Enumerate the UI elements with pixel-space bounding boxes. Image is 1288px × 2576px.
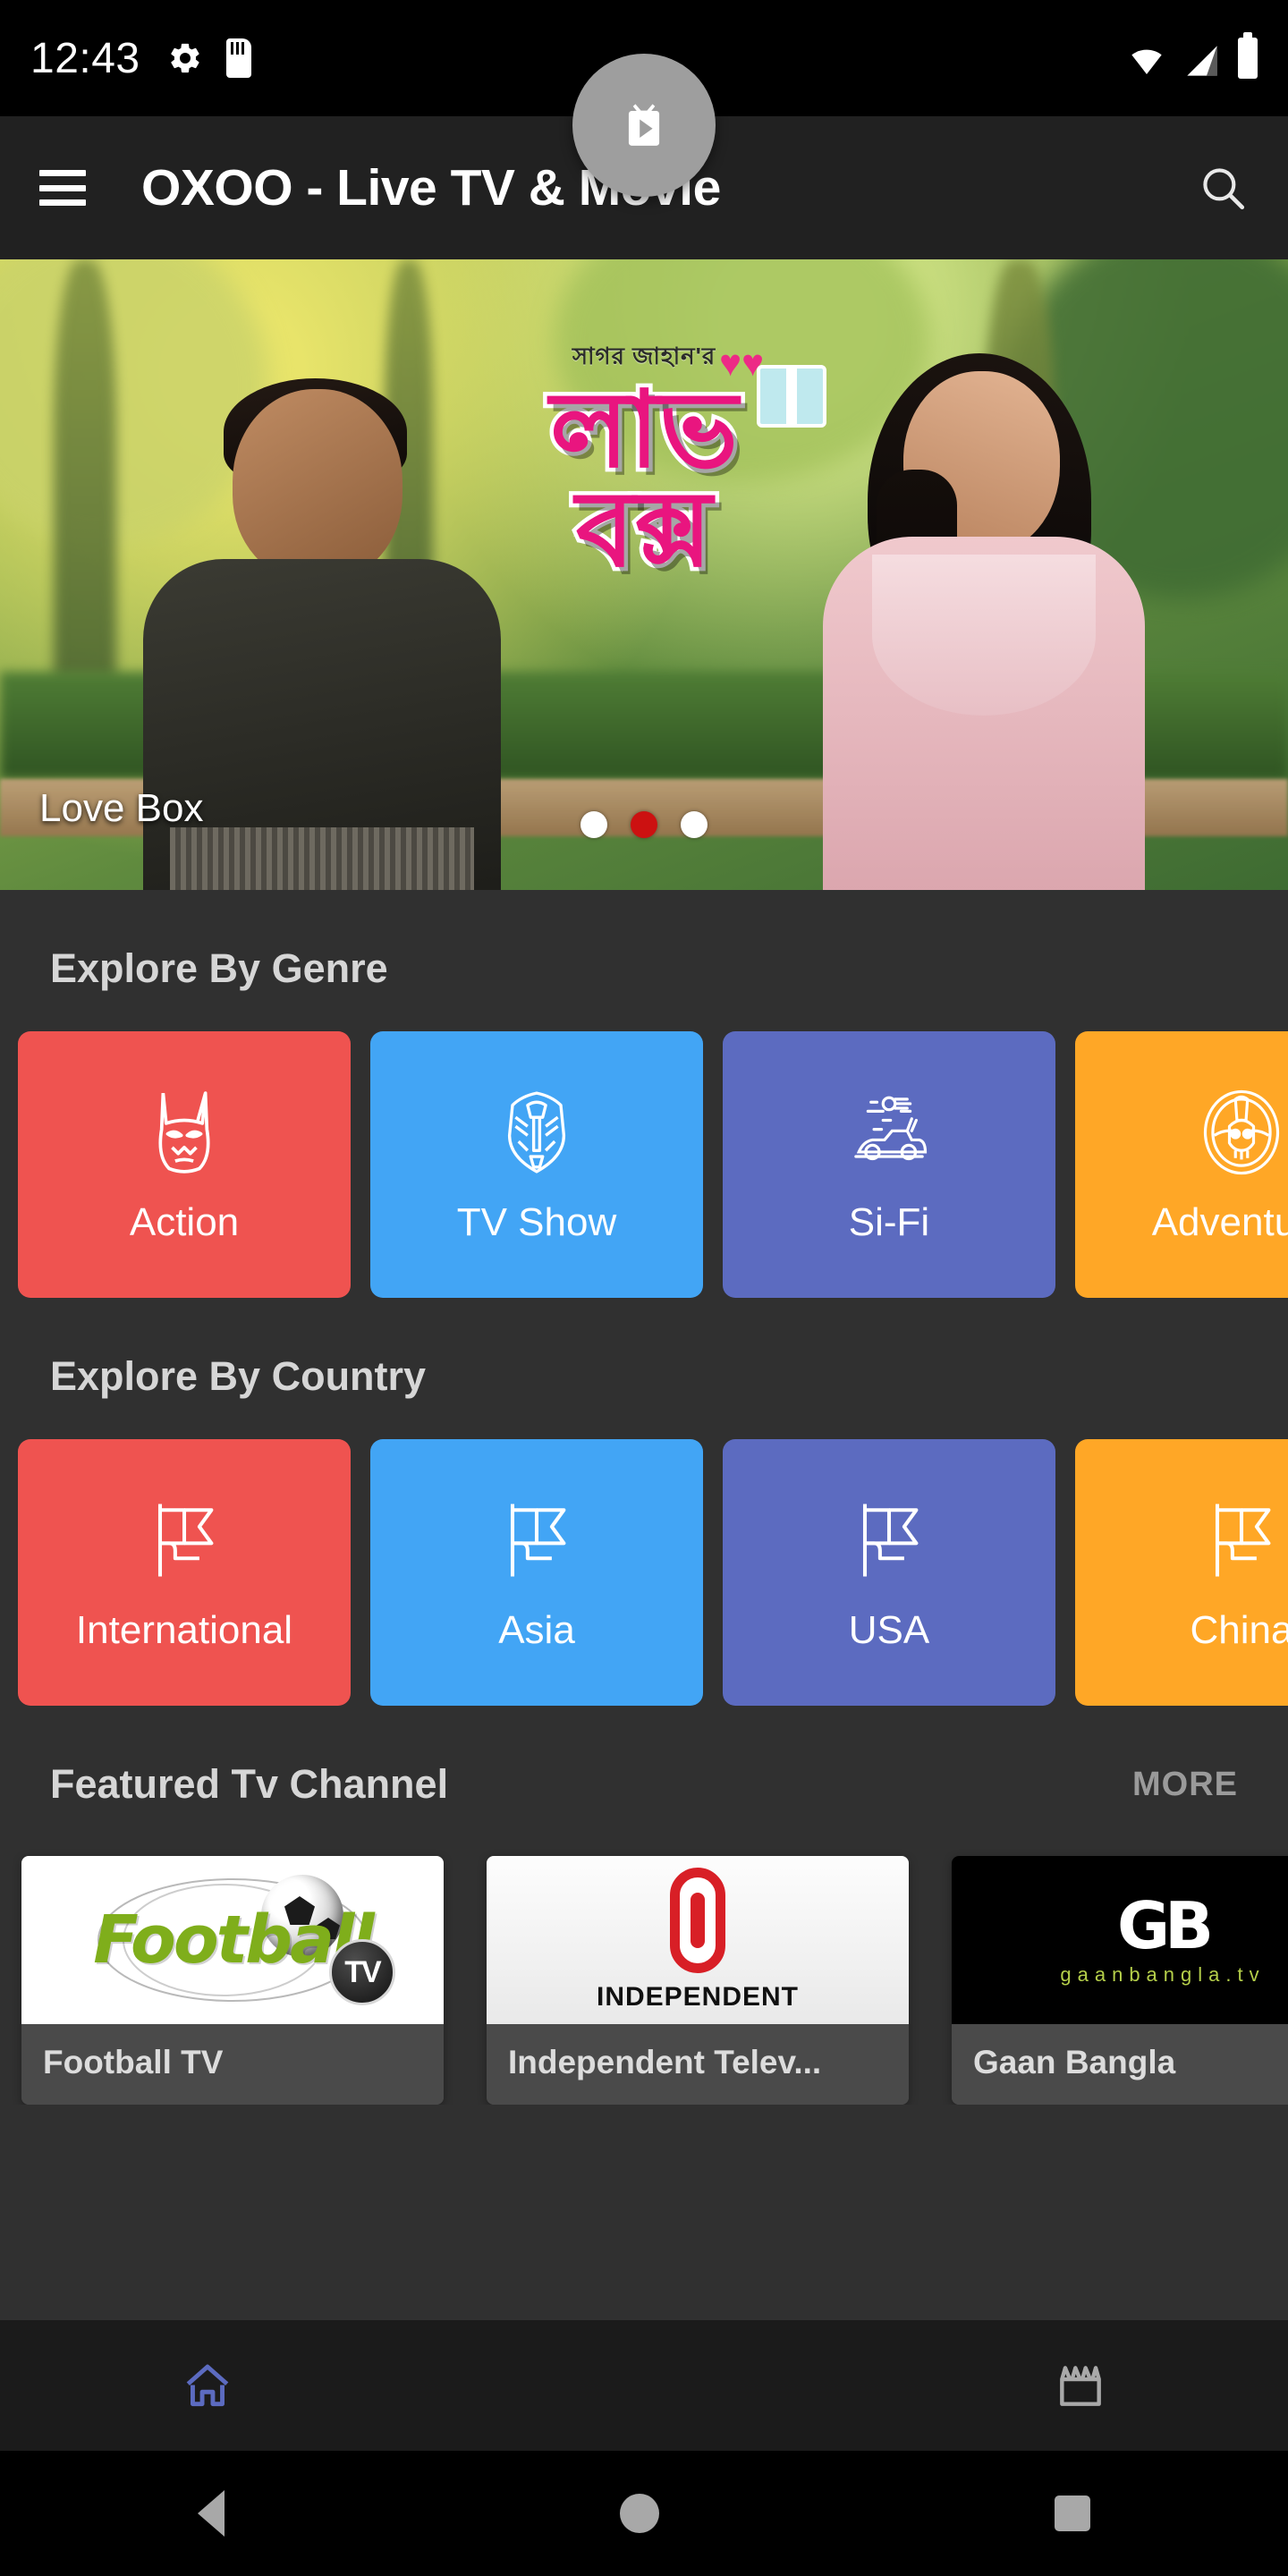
- channel-logo-text: GB: [1117, 1888, 1214, 1963]
- country-card-label: International: [75, 1608, 293, 1652]
- flag-icon: [862, 1504, 919, 1577]
- nav-item-home[interactable]: [0, 2358, 416, 2413]
- channel-logo: Football TV: [21, 1856, 444, 2024]
- country-card-usa[interactable]: USA: [723, 1439, 1055, 1706]
- channel-card-football-tv[interactable]: Football TV Football TV: [21, 1856, 444, 2105]
- tv-badge-icon: TV: [329, 1939, 395, 2005]
- genre-card-label: Adventure: [1151, 1200, 1288, 1244]
- country-card-label: Asia: [498, 1608, 575, 1652]
- flag-icon: [1215, 1504, 1271, 1577]
- channel-name: Football TV: [21, 2024, 444, 2105]
- back-triangle-icon[interactable]: [198, 2490, 225, 2537]
- status-bar-clock: 12:43: [30, 34, 140, 82]
- wifi-icon: [1131, 49, 1162, 74]
- banner-caption: Love Box: [39, 786, 204, 830]
- genre-card-action[interactable]: Action: [18, 1031, 351, 1298]
- flag-icon: [510, 1504, 566, 1577]
- featured-channel-list[interactable]: Football TV Football TV INDEPENDENT Inde…: [0, 1808, 1288, 2105]
- country-card-asia[interactable]: Asia: [370, 1439, 703, 1706]
- channel-name: Gaan Bangla: [952, 2024, 1288, 2105]
- autobot-icon: [507, 1091, 566, 1174]
- country-card-list[interactable]: International Asia USA China: [0, 1400, 1288, 1706]
- recents-square-icon[interactable]: [1055, 2496, 1090, 2531]
- carousel-indicator[interactable]: [580, 811, 708, 838]
- main-content: Explore By Genre Action TV Show Si-Fi Ad…: [0, 890, 1288, 2114]
- poster-title-line2: বক্স: [572, 466, 716, 590]
- genre-card-adventure[interactable]: Adventure: [1075, 1031, 1288, 1298]
- featured-banner-carousel[interactable]: সাগর জাহান'র লাভ বক্স ♥♥ Love Box: [0, 259, 1288, 890]
- country-card-china[interactable]: China: [1075, 1439, 1288, 1706]
- channel-logo-subtext: gaanbangla.tv: [1060, 1963, 1266, 1986]
- country-card-international[interactable]: International: [18, 1439, 351, 1706]
- movie-clapper-icon: [1059, 2366, 1101, 2406]
- carousel-dot-active[interactable]: [631, 811, 657, 838]
- gear-icon: [170, 43, 199, 73]
- country-card-label: China: [1190, 1608, 1288, 1652]
- section-title: Explore By Country: [50, 1353, 427, 1399]
- home-circle-icon[interactable]: [620, 2494, 659, 2533]
- app-screen: 12:43 OXOO - Live TV & Movie সাগর জাহান'…: [0, 0, 1288, 2576]
- genre-card-tv-show[interactable]: TV Show: [370, 1031, 703, 1298]
- skull-compass-icon: [1203, 1089, 1280, 1175]
- flag-icon: [157, 1504, 214, 1577]
- country-card-label: USA: [848, 1608, 930, 1652]
- home-icon: [186, 2364, 229, 2407]
- sd-card-icon: [225, 38, 251, 78]
- genre-card-label: Si-Fi: [848, 1200, 930, 1244]
- section-title: Explore By Genre: [50, 945, 388, 991]
- genre-card-list[interactable]: Action TV Show Si-Fi Adventu: [0, 992, 1288, 1298]
- android-system-nav: [0, 2451, 1288, 2576]
- channel-logo: INDEPENDENT: [487, 1856, 909, 2024]
- country-section-header: Explore By Country: [0, 1298, 1288, 1400]
- tv-play-fab-icon: [628, 104, 660, 146]
- banner-actor-right: [805, 353, 1181, 890]
- status-bar-right-icons: [1127, 32, 1258, 79]
- gift-box-icon: [757, 365, 826, 428]
- genre-card-label: TV Show: [456, 1200, 617, 1244]
- battery-icon: [1238, 32, 1258, 79]
- signal-icon: [1187, 46, 1217, 76]
- nav-item-movies[interactable]: [872, 2358, 1288, 2413]
- carousel-dot[interactable]: [681, 811, 708, 838]
- bottom-navigation-bar: [0, 2320, 1288, 2451]
- hamburger-menu-icon[interactable]: [39, 170, 86, 206]
- channel-logo: GB gaanbangla.tv: [952, 1856, 1288, 2024]
- genre-card-si-fi[interactable]: Si-Fi: [723, 1031, 1055, 1298]
- channel-logo-text: INDEPENDENT: [596, 1982, 800, 2012]
- status-bar-left-icons: [167, 38, 251, 78]
- live-tv-fab-button[interactable]: [572, 54, 716, 197]
- batman-mask-icon: [158, 1091, 210, 1174]
- search-icon[interactable]: [1197, 162, 1249, 214]
- section-title: Featured Tv Channel: [50, 1761, 449, 1807]
- genre-section-header: Explore By Genre: [0, 890, 1288, 992]
- channel-card-independent-television[interactable]: INDEPENDENT Independent Telev...: [487, 1856, 909, 2105]
- channel-name: Independent Telev...: [487, 2024, 909, 2105]
- tv-badge-text: TV: [344, 1954, 381, 1989]
- genre-card-label: Action: [129, 1200, 240, 1244]
- channel-card-gaan-bangla[interactable]: GB gaanbangla.tv Gaan Bangla: [952, 1856, 1288, 2105]
- delorean-car-icon: [854, 1096, 928, 1161]
- banner-poster-title: সাগর জাহান'র লাভ বক্স ♥♥: [438, 338, 850, 590]
- featured-section-header: Featured Tv Channel MORE: [0, 1706, 1288, 1808]
- independent-pill-icon: [670, 1868, 725, 1973]
- carousel-dot[interactable]: [580, 811, 607, 838]
- more-link[interactable]: MORE: [1132, 1766, 1238, 1804]
